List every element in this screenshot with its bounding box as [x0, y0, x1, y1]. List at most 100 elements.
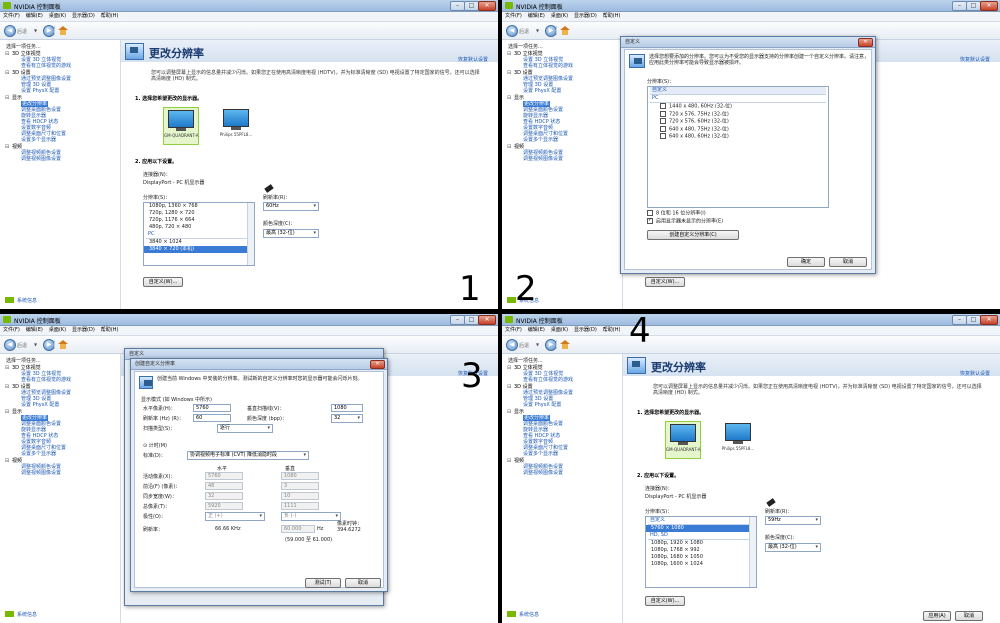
system-info-link[interactable]: 系统信息: [5, 297, 37, 304]
cancel-button[interactable]: 取消: [955, 611, 983, 621]
tree-group-display[interactable]: 显示: [505, 95, 621, 101]
tree-item[interactable]: 调整视频图像设置: [505, 470, 621, 476]
cancel-button[interactable]: 取消: [829, 257, 867, 267]
home-icon[interactable]: [560, 26, 570, 35]
active-v-input[interactable]: 1080: [281, 472, 319, 480]
chevron-down-icon[interactable]: ▼: [536, 342, 539, 347]
scan-type-select[interactable]: 逐行: [217, 424, 273, 433]
tree-group-3d-stereo[interactable]: 3D 立体视觉: [505, 51, 621, 57]
refresh-input[interactable]: 60: [193, 414, 231, 422]
checkbox[interactable]: [647, 210, 653, 216]
refresh-hz-input[interactable]: 60.000: [281, 525, 315, 533]
list-item[interactable]: 720 x 576, 60Hz (32-位): [648, 118, 828, 126]
list-scrollbar[interactable]: [247, 203, 254, 265]
tree-group-video[interactable]: 视频: [3, 458, 119, 464]
tree-item[interactable]: 设置多个显示器: [505, 137, 621, 143]
list-item[interactable]: 1080p, 1920 × 1080: [646, 540, 756, 547]
minimize-button[interactable]: –: [952, 1, 967, 11]
tree-group-display[interactable]: 显示: [505, 409, 621, 415]
back-label[interactable]: 后退: [17, 342, 27, 349]
tree-item[interactable]: 设置多个显示器: [3, 451, 119, 457]
menu-display[interactable]: 显示器(D): [69, 326, 98, 335]
tree-group-3d-stereo[interactable]: 3D 立体视觉: [3, 51, 119, 57]
menu-desktop[interactable]: 桌面(K): [46, 326, 69, 335]
system-info-link[interactable]: 系统信息: [5, 611, 37, 618]
tree-group-3d[interactable]: 3D 设置: [3, 70, 119, 76]
list-item[interactable]: 1080p, 1600 × 1024: [646, 561, 756, 568]
window-titlebar[interactable]: NVIDIA 控制面板 – □ ✕: [502, 314, 1000, 326]
monitor-2[interactable]: Philips 55PFL8...: [721, 421, 755, 457]
back-arrow-icon[interactable]: ◀: [4, 25, 16, 37]
tree-group-display[interactable]: 显示: [3, 409, 119, 415]
customize-button[interactable]: 自定义(W)...: [645, 277, 685, 287]
list-item-selected[interactable]: 5760 × 1080: [646, 525, 756, 532]
tree-item[interactable]: 设置多个显示器: [3, 137, 119, 143]
tree-group-video[interactable]: 视频: [505, 458, 621, 464]
dialog-close-button[interactable]: ✕: [858, 38, 873, 47]
tree-group-3d[interactable]: 3D 设置: [505, 70, 621, 76]
menu-file[interactable]: 文件(F): [0, 12, 23, 21]
total-v-input[interactable]: 1111: [281, 502, 319, 510]
tree-group-display[interactable]: 显示: [3, 95, 119, 101]
system-info-link[interactable]: 系统信息: [507, 611, 539, 618]
list-item[interactable]: 1440 x 480, 60Hz (32-位): [648, 103, 828, 111]
tree-group-3d-stereo[interactable]: 3D 立体视觉: [3, 365, 119, 371]
total-h-input[interactable]: 5920: [205, 502, 243, 510]
list-item-selected[interactable]: 3840 × 720 (本机): [144, 246, 254, 253]
list-item[interactable]: 640 x 480, 60Hz (32-位): [648, 133, 828, 141]
home-icon[interactable]: [58, 340, 68, 349]
back-arrow-icon[interactable]: ◀: [4, 339, 16, 351]
list-item[interactable]: 3840 × 1024: [144, 239, 254, 246]
front-porch-v-input[interactable]: 3: [281, 482, 319, 490]
list-item[interactable]: 1080p, 1360 × 768: [144, 203, 254, 210]
back-arrow-icon[interactable]: ◀: [506, 339, 518, 351]
refresh-rate-select[interactable]: 60Hz: [263, 202, 319, 211]
resolution-list[interactable]: 自定义 5760 × 1080 HD, SD 1080p, 1920 × 108…: [645, 516, 757, 588]
customize-button[interactable]: 自定义(W)...: [143, 277, 183, 287]
close-button[interactable]: ✕: [478, 1, 496, 11]
tree-item[interactable]: 查看有立体视觉的游戏: [505, 63, 621, 69]
back-label[interactable]: 后退: [519, 342, 529, 349]
customize-button[interactable]: 自定义(W)...: [645, 596, 685, 606]
custom-resolution-list[interactable]: 自定义 PC 1440 x 480, 60Hz (32-位) 720 x 576…: [647, 86, 829, 208]
v-lines-input[interactable]: 1080: [331, 404, 363, 412]
list-item[interactable]: 640 x 480, 75Hz (32-位): [648, 125, 828, 134]
tree-item[interactable]: 查看有立体视觉的游戏: [3, 63, 119, 69]
tree-item[interactable]: 调整视频图像设置: [3, 470, 119, 476]
window-titlebar[interactable]: NVIDIA 控制面板 – □ ✕: [0, 314, 498, 326]
home-icon[interactable]: [58, 26, 68, 35]
apply-button[interactable]: 应用(A): [923, 611, 951, 621]
color-depth-select[interactable]: 最高 (32-位): [263, 229, 319, 238]
menu-help[interactable]: 帮助(H): [98, 12, 122, 21]
active-h-input[interactable]: 5760: [205, 472, 243, 480]
depth-select[interactable]: 32: [331, 414, 363, 423]
chevron-down-icon[interactable]: ▼: [536, 28, 539, 33]
checkbox-enable-row[interactable]: 启用显示器未显示的分辨率(E): [647, 217, 723, 226]
monitor-1[interactable]: GM-QUADRANT-A: [665, 421, 701, 459]
tree-item[interactable]: 查看有立体视觉的游戏: [3, 377, 119, 383]
menu-edit[interactable]: 编辑(E): [23, 326, 46, 335]
menu-file[interactable]: 文件(F): [0, 326, 23, 335]
menu-file[interactable]: 文件(F): [502, 326, 525, 335]
create-custom-resolution-button[interactable]: 创建自定义分辨率(C): [647, 230, 739, 240]
home-icon[interactable]: [560, 340, 570, 349]
restore-defaults-link[interactable]: 恢复默认设置: [960, 56, 990, 63]
list-item[interactable]: 1080p, 1768 × 992: [646, 547, 756, 554]
color-depth-select[interactable]: 最高 (32-位): [765, 543, 821, 552]
monitor-2[interactable]: Philips 55PFL8...: [219, 107, 253, 143]
tree-item[interactable]: 调整视频图像设置: [505, 156, 621, 162]
ok-button[interactable]: 确定: [787, 257, 825, 267]
restore-defaults-link[interactable]: 恢复默认设置: [458, 56, 488, 63]
dialog-titlebar[interactable]: 创建自定义分辨率 ✕: [131, 359, 387, 370]
menu-help[interactable]: 帮助(H): [98, 326, 122, 335]
list-item[interactable]: 1080p, 1680 × 1050: [646, 554, 756, 561]
minimize-button[interactable]: –: [450, 1, 465, 11]
menu-display[interactable]: 显示器(D): [571, 12, 600, 21]
tree-item[interactable]: 查看有立体视觉的游戏: [505, 377, 621, 383]
h-pixels-input[interactable]: 5760: [193, 404, 231, 412]
close-button[interactable]: ✕: [478, 315, 496, 325]
tree-group-video[interactable]: 视频: [3, 144, 119, 150]
back-label[interactable]: 后退: [519, 28, 529, 35]
list-scrollbar[interactable]: [749, 517, 756, 587]
list-item[interactable]: 720p, 1280 × 720: [144, 210, 254, 217]
